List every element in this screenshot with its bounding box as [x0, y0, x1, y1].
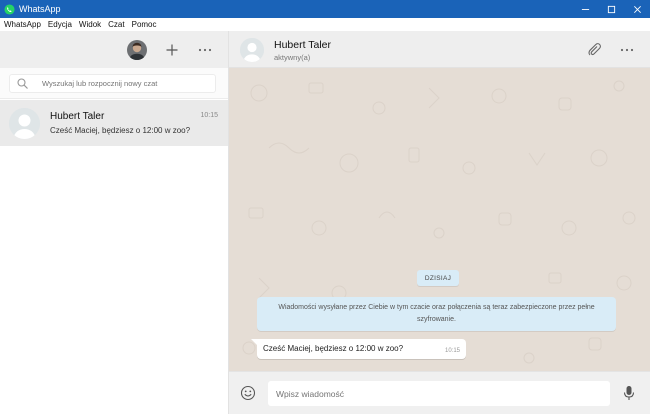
sidebar-menu-button[interactable]: [196, 41, 214, 59]
minimize-icon: [581, 8, 589, 10]
close-button[interactable]: [624, 0, 650, 18]
new-chat-button[interactable]: [163, 41, 181, 59]
attach-button[interactable]: [586, 41, 604, 59]
default-avatar-icon: [240, 38, 264, 62]
menu-czat[interactable]: Czat: [108, 20, 124, 29]
contact-avatar: [9, 108, 40, 139]
conversation-header[interactable]: Hubert Taler aktywny(a): [229, 31, 650, 68]
menu-pomoc[interactable]: Pomoc: [132, 20, 157, 29]
title-bar: WhatsApp: [0, 0, 650, 18]
incoming-message-bubble[interactable]: Cześć Maciej, będziesz o 12:00 w zoo? 10…: [251, 339, 466, 359]
conversation-contact-status: aktywny(a): [274, 53, 311, 62]
conversation-menu-button[interactable]: [618, 41, 636, 59]
conversation-avatar[interactable]: [240, 38, 264, 62]
new-chat-icon: [166, 44, 178, 56]
search-input[interactable]: [42, 79, 202, 88]
more-icon: [620, 48, 634, 52]
profile-photo-icon: [127, 40, 147, 60]
menu-widok[interactable]: Widok: [79, 20, 101, 29]
voice-message-button[interactable]: [620, 384, 638, 402]
emoji-button[interactable]: [239, 384, 257, 402]
emoji-icon: [240, 385, 256, 401]
window-title: WhatsApp: [19, 4, 61, 14]
sidebar-header: [0, 31, 228, 68]
chat-last-message: Cześć Maciej, będziesz o 12:00 w zoo?: [50, 126, 191, 135]
profile-avatar[interactable]: [127, 40, 147, 60]
message-input-box[interactable]: [268, 381, 610, 406]
maximize-button[interactable]: [598, 0, 624, 18]
close-icon: [633, 5, 641, 13]
menu-bar: WhatsApp Edycja Widok Czat Pomoc: [0, 18, 650, 31]
minimize-button[interactable]: [572, 0, 598, 18]
chat-list-pane: Hubert Taler 10:15 Cześć Maciej, będzies…: [0, 31, 229, 414]
encryption-notice[interactable]: Wiadomości wysyłane przez Ciebie w tym c…: [257, 297, 616, 331]
message-composer: [229, 371, 650, 414]
chat-list-item[interactable]: Hubert Taler 10:15 Cześć Maciej, będzies…: [0, 100, 228, 146]
conversation-contact-name: Hubert Taler: [274, 39, 332, 51]
menu-whatsapp[interactable]: WhatsApp: [4, 20, 41, 29]
chat-contact-name: Hubert Taler: [50, 111, 105, 122]
search-box[interactable]: [9, 74, 216, 93]
menu-edycja[interactable]: Edycja: [48, 20, 72, 29]
conversation-pane: Hubert Taler aktywny(a) DZISIAJ Wiadomoś…: [229, 31, 650, 414]
search-icon: [17, 77, 28, 89]
search-bar: [0, 68, 228, 99]
maximize-icon: [607, 5, 615, 13]
message-input[interactable]: [276, 386, 596, 401]
date-divider-badge: DZISIAJ: [417, 270, 459, 286]
messages-area[interactable]: DZISIAJ Wiadomości wysyłane przez Ciebie…: [229, 68, 650, 371]
whatsapp-logo-icon: [4, 3, 15, 15]
chat-timestamp: 10:15: [200, 112, 218, 119]
message-timestamp: 10:15: [444, 348, 460, 354]
attach-icon: [588, 43, 601, 56]
microphone-icon: [623, 386, 635, 400]
message-text: Cześć Maciej, będziesz o 12:00 w zoo?: [263, 344, 404, 353]
default-avatar-icon: [9, 108, 40, 139]
more-icon: [198, 48, 212, 52]
